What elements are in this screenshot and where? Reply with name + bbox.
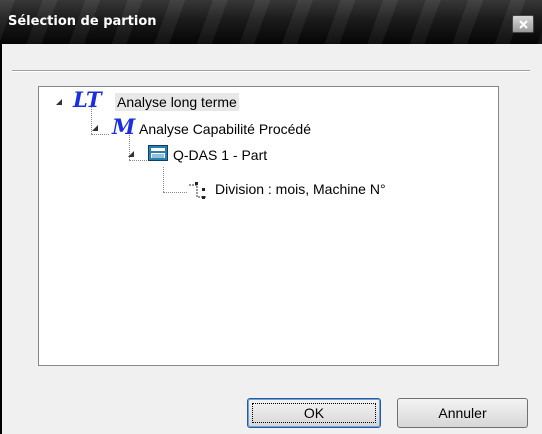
cancel-button[interactable]: Annuler — [397, 398, 528, 428]
window-border — [0, 44, 2, 434]
tree-item-division[interactable]: Division : mois, Machine N° — [39, 167, 479, 203]
tree-item-capability[interactable]: M Analyse Capabilité Procédé — [39, 113, 439, 139]
tree-item-label[interactable]: Division : mois, Machine N° — [213, 180, 388, 198]
tree-item-long-term[interactable]: LT Analyse long terme — [39, 87, 339, 113]
partition-tree[interactable]: LT Analyse long terme M Analyse Capabili… — [38, 86, 499, 366]
m-icon: M — [112, 114, 136, 139]
tree-item-label[interactable]: Q-DAS 1 - Part — [171, 146, 269, 164]
close-button[interactable] — [512, 15, 534, 33]
header-separator — [12, 70, 530, 72]
tree-item-label[interactable]: Analyse Capabilité Procédé — [137, 120, 313, 138]
window-title: Sélection de partion — [8, 14, 157, 29]
part-database-icon — [148, 145, 168, 161]
expand-toggle-icon[interactable] — [91, 124, 99, 132]
lt-icon: LT — [73, 87, 102, 112]
expand-toggle-icon[interactable] — [55, 98, 63, 106]
tree-item-label[interactable]: Analyse long terme — [115, 93, 239, 111]
cancel-button-label: Annuler — [438, 405, 487, 421]
ok-button[interactable]: OK — [247, 398, 381, 428]
close-icon — [519, 20, 528, 29]
expand-toggle-icon[interactable] — [127, 150, 135, 158]
ok-button-label: OK — [303, 405, 325, 421]
division-icon — [189, 182, 207, 199]
selection-dialog: Sélection de partion LT Analyse long ter… — [0, 0, 542, 434]
tree-item-part[interactable]: Q-DAS 1 - Part — [39, 139, 439, 165]
title-bar[interactable]: Sélection de partion — [0, 0, 542, 44]
